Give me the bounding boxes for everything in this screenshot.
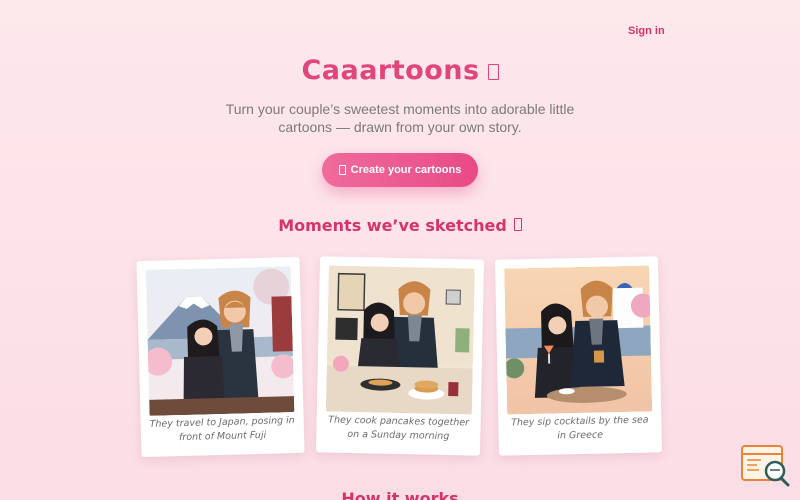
card-caption: They travel to Japan, posing in front of… [149, 415, 295, 444]
gallery-card-kitchen[interactable]: They cook pancakes together on a Sunday … [315, 256, 485, 456]
card-caption: They sip cocktails by the sea in Greece [511, 414, 649, 442]
search-window-icon[interactable] [741, 445, 793, 489]
japan-fuji-illustration [145, 266, 295, 416]
gallery-card-japan[interactable]: They travel to Japan, posing in front of… [136, 256, 305, 458]
gallery-title-text: Moments we’ve sketched [278, 216, 507, 235]
cta-missing-glyph-icon [338, 165, 346, 175]
create-cartoons-label: Create your cartoons [350, 164, 462, 176]
how-it-works-title: How it works [341, 489, 459, 500]
gallery-title: Moments we’ve sketched [0, 216, 800, 235]
create-cartoons-button[interactable]: Create your cartoons [322, 153, 478, 187]
sign-in-link[interactable]: Sign in [628, 25, 665, 37]
card-caption: They cook pancakes together on a Sunday … [328, 414, 470, 443]
missing-glyph-icon [487, 64, 499, 80]
gallery-card-greece[interactable]: They sip cocktails by the sea in Greece [494, 256, 663, 456]
hero-subtitle: Turn your couple’s sweetest moments into… [225, 101, 575, 135]
greece-cocktails-illustration [504, 265, 653, 415]
hero-title: Caaartoons [0, 55, 800, 86]
gallery-missing-glyph-icon [513, 218, 522, 231]
hero-title-text: Caaartoons [301, 55, 480, 86]
kitchen-pancakes-illustration [325, 265, 475, 415]
